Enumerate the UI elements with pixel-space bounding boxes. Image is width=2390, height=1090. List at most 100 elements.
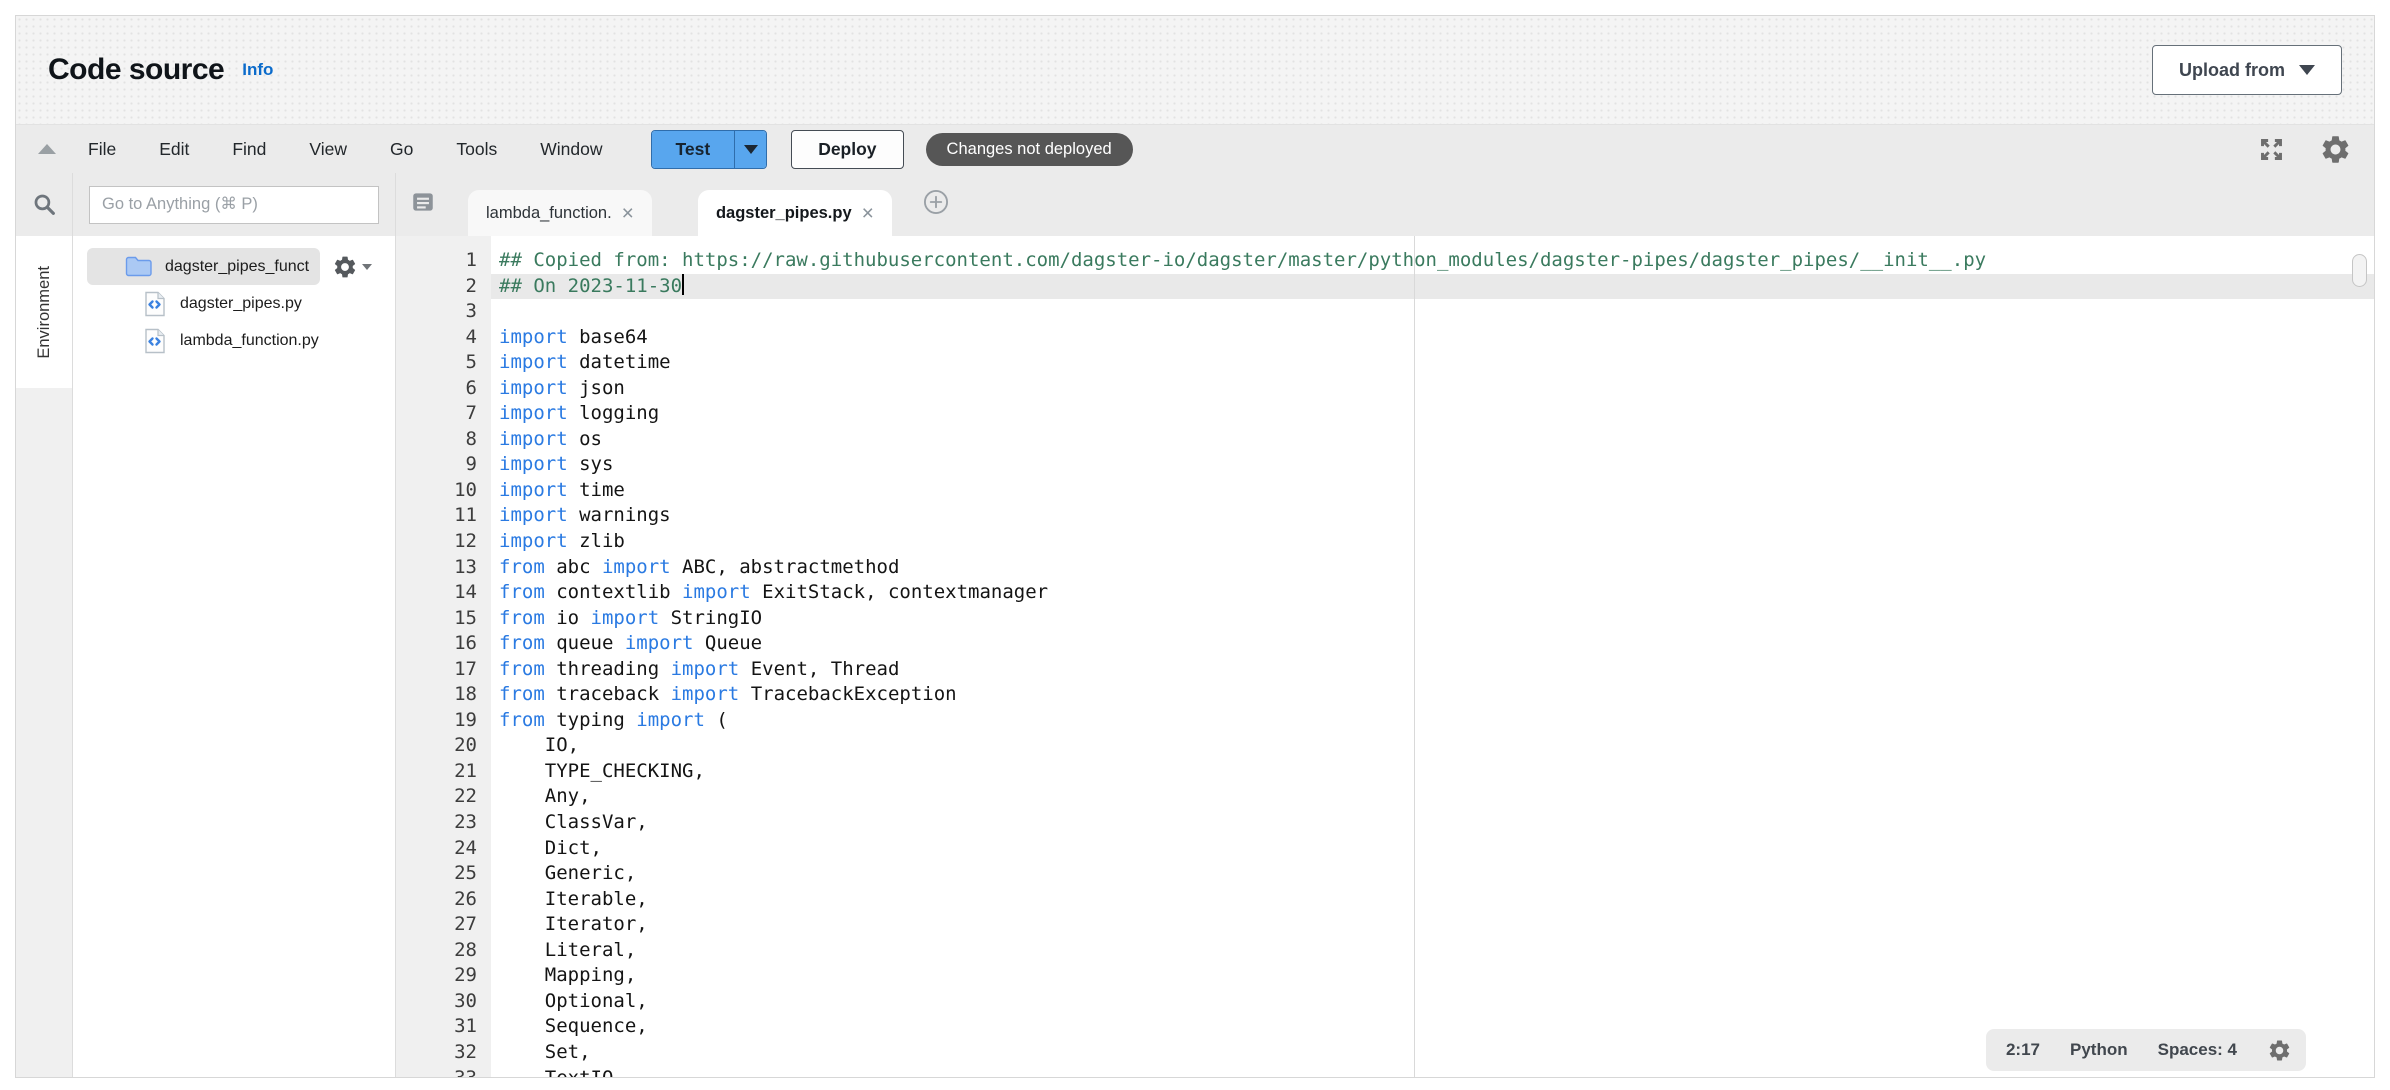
info-link[interactable]: Info	[242, 60, 273, 80]
menu-item-view[interactable]: View	[309, 139, 347, 160]
collapse-panel-icon[interactable]	[38, 144, 56, 154]
keyword-token: from	[499, 709, 545, 731]
menu-item-file[interactable]: File	[88, 139, 116, 160]
line-number: 14	[396, 580, 477, 606]
environment-tab[interactable]: Environment	[16, 236, 72, 388]
text-token: ExitStack, contextmanager	[751, 581, 1048, 603]
line-number: 13	[396, 555, 477, 581]
text-token: StringIO	[659, 607, 762, 629]
text-token: Iterator,	[499, 913, 648, 935]
keyword-token: from	[499, 581, 545, 603]
keyword-token: import	[499, 479, 568, 501]
text-token: ABC, abstractmethod	[671, 556, 900, 578]
code-line-18: from traceback import TracebackException	[491, 682, 2374, 708]
code-line-7: import logging	[491, 401, 2374, 427]
editor-tab-lambda_function[interactable]: lambda_function. ×	[468, 190, 652, 236]
text-token: TYPE_CHECKING,	[499, 760, 705, 782]
folder-icon	[125, 255, 165, 278]
text-token: Optional,	[499, 990, 648, 1012]
keyword-token: import	[682, 581, 751, 603]
editor-tab-dagster_pipes.py[interactable]: dagster_pipes.py×	[698, 190, 892, 236]
code-line-8: import os	[491, 427, 2374, 453]
goto-anything-input[interactable]	[89, 186, 379, 224]
language-mode-indicator[interactable]: Python	[2070, 1037, 2128, 1063]
line-number: 26	[396, 887, 477, 913]
close-icon[interactable]: ×	[622, 203, 634, 224]
text-token: ClassVar,	[499, 811, 648, 833]
keyword-token: import	[499, 402, 568, 424]
code-line-4: import base64	[491, 325, 2374, 351]
comment-token: ## Copied from: https://raw.githubuserco…	[499, 249, 1986, 271]
line-number: 3	[396, 299, 477, 325]
line-number: 5	[396, 350, 477, 376]
line-number: 10	[396, 478, 477, 504]
line-number: 30	[396, 989, 477, 1015]
code-line-28: Literal,	[491, 938, 2374, 964]
vertical-scrollbar-thumb[interactable]	[2352, 254, 2367, 287]
search-icon	[32, 192, 57, 217]
code-file-icon	[144, 291, 166, 317]
deploy-button[interactable]: Deploy	[791, 130, 903, 169]
upload-from-button[interactable]: Upload from	[2152, 45, 2342, 95]
new-tab-button[interactable]	[922, 188, 950, 221]
text-cursor	[682, 274, 684, 295]
file-name: dagster_pipes.py	[180, 295, 302, 313]
text-token: traceback	[545, 683, 671, 705]
statusbar-settings-button[interactable]	[2267, 1038, 2292, 1063]
ide-settings-button[interactable]	[2319, 133, 2352, 166]
code-line-10: import time	[491, 478, 2374, 504]
menu-item-edit[interactable]: Edit	[159, 139, 189, 160]
test-button[interactable]: Test	[652, 131, 735, 168]
indentation-indicator[interactable]: Spaces: 4	[2158, 1037, 2237, 1063]
cursor-position-indicator[interactable]: 2:17	[2006, 1037, 2040, 1063]
menu-item-window[interactable]: Window	[540, 139, 602, 160]
plus-icon	[922, 188, 950, 216]
left-icon-column: Environment	[16, 173, 73, 1077]
line-number: 15	[396, 606, 477, 632]
text-token: Literal,	[499, 939, 636, 961]
test-dropdown-button[interactable]	[734, 131, 766, 168]
line-number: 17	[396, 657, 477, 683]
line-number: 4	[396, 325, 477, 351]
fullscreen-button[interactable]	[2258, 136, 2285, 163]
page-title: Code source	[48, 53, 224, 87]
tree-file-dagster_pipes.py[interactable]: dagster_pipes.py	[73, 285, 395, 322]
code-line-25: Generic,	[491, 861, 2374, 887]
tab-label: lambda_function.	[486, 204, 612, 223]
menubar-right	[2258, 133, 2352, 166]
menu-item-tools[interactable]: Tools	[456, 139, 497, 160]
code-content[interactable]: ## Copied from: https://raw.githubuserco…	[491, 236, 2374, 1077]
text-token: abc	[545, 556, 602, 578]
text-token: queue	[545, 632, 625, 654]
code-line-29: Mapping,	[491, 963, 2374, 989]
text-token: (	[705, 709, 728, 731]
keyword-token: import	[671, 683, 740, 705]
workspace: Environment dagster_pipes_funct dagster_p…	[16, 173, 2374, 1077]
tab-list-button[interactable]	[410, 189, 436, 220]
line-number: 6	[396, 376, 477, 402]
code-line-6: import json	[491, 376, 2374, 402]
menu-item-find[interactable]: Find	[232, 139, 266, 160]
line-number: 19	[396, 708, 477, 734]
keyword-token: import	[499, 530, 568, 552]
gear-icon	[2319, 133, 2352, 166]
keyword-token: import	[499, 326, 568, 348]
code-line-16: from queue import Queue	[491, 631, 2374, 657]
code-line-15: from io import StringIO	[491, 606, 2374, 632]
folder-actions-button[interactable]	[332, 254, 372, 280]
close-icon[interactable]: ×	[862, 203, 874, 224]
upload-from-label: Upload from	[2179, 60, 2285, 81]
editor-statusbar: 2:17 Python Spaces: 4	[1986, 1029, 2306, 1071]
keyword-token: from	[499, 607, 545, 629]
chevron-down-icon	[362, 264, 372, 270]
gear-icon	[332, 254, 358, 280]
tree-file-lambda_function.py[interactable]: lambda_function.py	[73, 322, 395, 359]
tree-folder-row[interactable]: dagster_pipes_funct	[73, 248, 395, 285]
chevron-down-icon	[2299, 65, 2315, 75]
keyword-token: import	[625, 632, 694, 654]
menu-item-go[interactable]: Go	[390, 139, 413, 160]
tree-folder-selected[interactable]: dagster_pipes_funct	[87, 248, 320, 285]
code-editor[interactable]: 1234567891011121314151617181920212223242…	[396, 236, 2374, 1077]
text-token: Generic,	[499, 862, 636, 884]
text-token: IO,	[499, 734, 579, 756]
